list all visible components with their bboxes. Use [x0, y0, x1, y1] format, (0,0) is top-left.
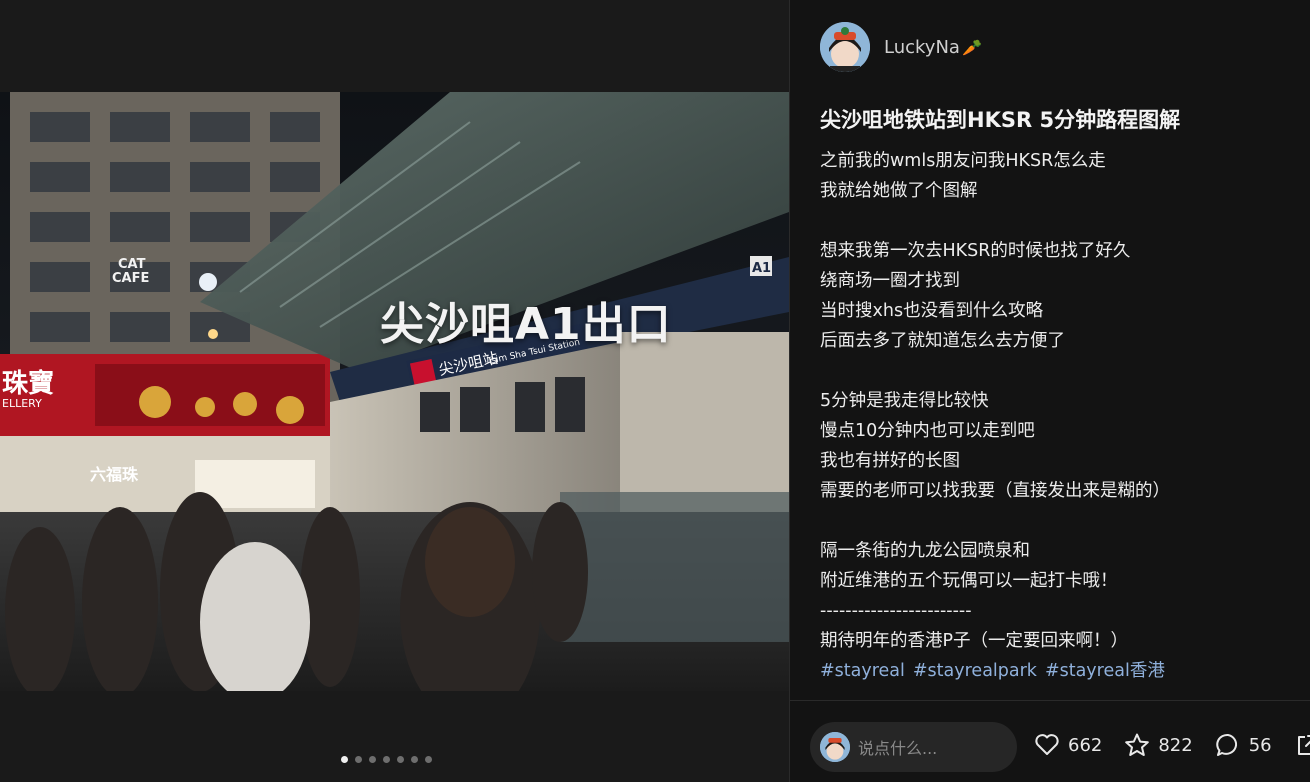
star-icon — [1125, 733, 1150, 756]
shop-sign-4: 珠寶 — [2, 368, 54, 399]
shop-sign-2: CAFE — [112, 271, 149, 286]
post-line: 期待明年的香港P子（一定要回来啊！） — [820, 631, 1129, 651]
photo-caption-overlay: 尖沙咀A1出口 — [380, 299, 672, 350]
carousel-dot[interactable] — [397, 756, 404, 763]
author-name[interactable]: LuckyNa 🥕 — [884, 37, 982, 58]
carousel-dot[interactable] — [355, 756, 362, 763]
author-avatar[interactable] — [820, 22, 870, 72]
post-line: 我也有拼好的长图 — [820, 451, 960, 471]
author-name-text: LuckyNa — [884, 36, 960, 58]
hashtag-link[interactable]: #stayreal香港 — [1045, 656, 1165, 686]
collect-button[interactable]: 822 — [1124, 732, 1193, 758]
carousel-dot[interactable] — [425, 756, 432, 763]
comment-button[interactable]: 56 — [1215, 732, 1272, 758]
photo-scene: 珠寶 ELLERY CAT CAFE 六福珠 尖沙咀站 Tsim Sha Tsu… — [0, 92, 789, 691]
user-avatar — [820, 732, 850, 762]
comment-input[interactable]: 说点什么... — [810, 722, 1017, 772]
shop-sign-5: ELLERY — [2, 397, 42, 410]
engagement-stats: 662 822 56 — [1034, 732, 1310, 758]
post-line: 绕商场一圈才找到 — [820, 271, 960, 291]
shop-sign-1: CAT — [118, 257, 146, 272]
carousel-dot[interactable] — [411, 756, 418, 763]
post-photo[interactable]: 珠寶 ELLERY CAT CAFE 六福珠 尖沙咀站 Tsim Sha Tsu… — [0, 92, 789, 691]
post-line: 之前我的wmls朋友问我HKSR怎么走 — [820, 151, 1106, 171]
media-viewer[interactable]: 珠寶 ELLERY CAT CAFE 六福珠 尖沙咀站 Tsim Sha Tsu… — [0, 0, 789, 782]
post-line: 想来我第一次去HKSR的时候也找了好久 — [820, 241, 1131, 261]
post-line: 5分钟是我走得比较快 — [820, 391, 989, 411]
post-line: 隔一条街的九龙公园喷泉和 — [820, 541, 1030, 561]
carousel-dot[interactable] — [383, 756, 390, 763]
collect-count: 822 — [1158, 734, 1193, 756]
post-line: 附近维港的五个玩偶可以一起打卡哦！ — [820, 571, 1118, 591]
post-line: 后面去多了就知道怎么去方便了 — [820, 331, 1065, 351]
post-body: 之前我的wmls朋友问我HKSR怎么走 我就给她做了个图解想来我第一次去HKSR的… — [820, 146, 1290, 656]
shop-sign-3: 六福珠 — [90, 465, 139, 484]
post-detail-panel: LuckyNa 🥕 尖沙咀地铁站到HKSR 5分钟路程图解 之前我的wmls朋友问… — [789, 0, 1310, 782]
like-button[interactable]: 662 — [1034, 733, 1102, 757]
post-line: 慢点10分钟内也可以走到吧 — [820, 421, 1035, 441]
engagement-bar: 说点什么... 662 822 56 — [790, 700, 1310, 782]
carousel-dot[interactable] — [341, 756, 348, 763]
hashtag-link[interactable]: #stayrealpark — [913, 656, 1037, 686]
post-title: 尖沙咀地铁站到HKSR 5分钟路程图解 — [820, 108, 1181, 132]
carrot-icon: 🥕 — [961, 37, 982, 57]
post-line: ------------------------ — [820, 601, 972, 621]
post-line: 需要的老师可以找我要（直接发出来是糊的） — [820, 481, 1170, 501]
comment-count: 56 — [1248, 734, 1272, 756]
like-count: 662 — [1068, 734, 1103, 756]
post-line: 我就给她做了个图解 — [820, 181, 978, 201]
hashtag-link[interactable]: #stayreal — [820, 656, 905, 686]
share-button[interactable] — [1294, 732, 1310, 758]
exit-sign: A1 — [752, 261, 771, 276]
carousel-indicator — [341, 756, 432, 763]
comment-placeholder: 说点什么... — [858, 739, 938, 758]
heart-icon — [1035, 734, 1059, 755]
post-line: 当时搜xhs也没看到什么攻略 — [820, 301, 1044, 321]
comment-bubble-icon — [1215, 733, 1237, 756]
carousel-dot[interactable] — [369, 756, 376, 763]
share-icon — [1297, 735, 1310, 755]
post-tags: #stayreal #stayrealpark #stayreal香港 — [820, 656, 1290, 686]
author-info[interactable]: LuckyNa 🥕 — [820, 22, 982, 72]
post-content: 之前我的wmls朋友问我HKSR怎么走 我就给她做了个图解想来我第一次去HKSR的… — [820, 146, 1290, 686]
